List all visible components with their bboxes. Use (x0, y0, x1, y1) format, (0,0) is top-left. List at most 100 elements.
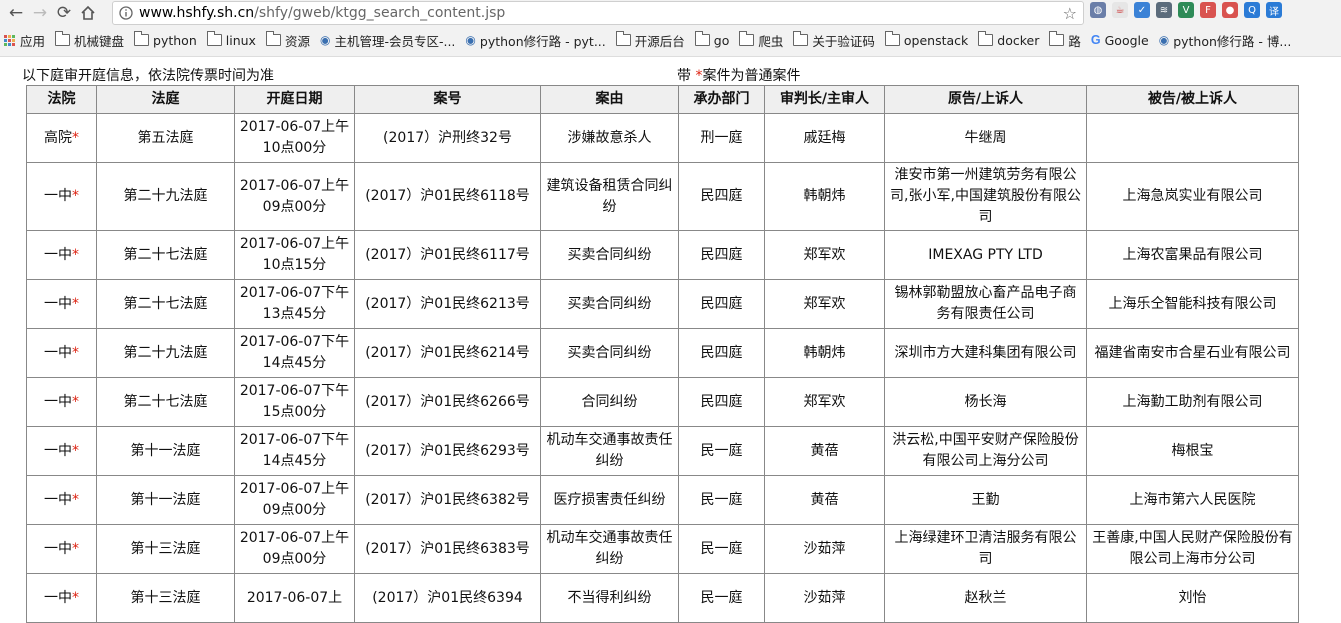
bookmark-item[interactable]: openstack (884, 31, 969, 48)
folder-icon (1049, 31, 1065, 46)
cell-text: (2017）沪01民终6266号 (365, 393, 530, 410)
cell-text: 韩朝炜 (803, 344, 846, 361)
framework-icon[interactable]: F (1200, 2, 1216, 18)
bookmark-item[interactable]: go (694, 31, 730, 48)
cell-dept: 民四庭 (678, 162, 765, 231)
cell-cause: 不当得利纠纷 (540, 573, 679, 623)
cell-text: 郑军欢 (803, 246, 846, 263)
cell-court: 一中* (26, 475, 97, 525)
cell-case-no: (2017）沪01民终6293号 (354, 426, 541, 476)
cell-text: 王勤 (971, 491, 1000, 508)
bookmark-item[interactable]: 资源 (265, 31, 310, 50)
cell-text: 高院 (44, 129, 72, 146)
cell-text: 一中 (44, 393, 72, 410)
cell-room: 第十三法庭 (96, 573, 235, 623)
bookmark-item[interactable]: ◉ python修行路 - 博... (1159, 31, 1292, 50)
pocket-icon[interactable]: ✓ (1134, 2, 1150, 18)
cell-text: IMEXAG PTY LTD (928, 246, 1043, 263)
bookmark-item[interactable]: G Google (1091, 33, 1149, 48)
bookmark-item[interactable]: ◉ 主机管理-会员专区-... (320, 31, 455, 50)
cell-judge: 沙茹萍 (764, 524, 885, 574)
cell-text: 第二十七法庭 (123, 246, 208, 263)
back-button[interactable]: ← (4, 2, 28, 24)
cell-dept: 民一庭 (678, 573, 765, 623)
cell-text: 2017-06-07上午10点00分 (239, 119, 350, 156)
bookmark-item[interactable]: ◉ python修行路 - pyt... (465, 31, 605, 50)
column-header: 法庭 (96, 85, 235, 114)
normal-case-star: * (72, 540, 79, 557)
apps-grid-icon (4, 34, 15, 46)
cell-text: 第二十七法庭 (123, 295, 208, 312)
site-icon: ◉ (1158, 33, 1170, 47)
cell-court: 一中* (26, 279, 97, 329)
bookmark-label: go (713, 32, 730, 48)
normal-case-star: * (72, 393, 79, 410)
cell-court: 一中* (26, 573, 97, 623)
cell-text: 王善康,中国人民财产保险股份有限公司上海市分公司 (1092, 530, 1293, 567)
bookmark-label: openstack (903, 32, 969, 48)
cell-case-no: (2017）沪01民终6118号 (354, 162, 541, 231)
bookmark-item[interactable]: 关于验证码 (793, 31, 875, 50)
site-icon: ◉ (465, 33, 476, 47)
java-icon[interactable]: ☕ (1112, 2, 1128, 18)
record-icon[interactable]: ● (1222, 2, 1238, 18)
cell-text: (2017）沪01民终6214号 (365, 344, 530, 361)
cell-text: 一中 (44, 491, 72, 508)
cell-text: 上海乐仝智能科技有限公司 (1108, 295, 1277, 312)
cell-text: 第二十九法庭 (123, 344, 208, 361)
folder-icon (793, 31, 809, 46)
bookmark-item[interactable]: 机械键盘 (55, 31, 124, 50)
cell-court: 高院* (26, 113, 97, 163)
bookmark-item[interactable]: python (134, 31, 197, 48)
extension-icon-1[interactable]: ◍ (1090, 2, 1106, 18)
cell-judge: 韩朝炜 (764, 328, 885, 378)
bookmark-item[interactable]: 应用 (4, 31, 45, 50)
home-button[interactable] (76, 2, 100, 24)
cell-cause: 买卖合同纠纷 (540, 230, 679, 280)
cell-text: 2017-06-07上午09点00分 (239, 530, 350, 567)
column-header: 审判长/主审人 (764, 85, 885, 114)
info-icon[interactable] (117, 4, 135, 22)
cell-text: 第十一法庭 (130, 491, 201, 508)
bookmark-star-icon[interactable]: ☆ (1063, 4, 1077, 23)
column-header: 被告/被上诉人 (1086, 85, 1299, 114)
bookmark-item[interactable]: linux (206, 31, 256, 48)
cell-dept: 民一庭 (678, 524, 765, 574)
bookmark-label: 资源 (284, 33, 310, 49)
address-bar[interactable]: www.hshfy.sh.cn/shfy/gweb/ktgg_search_co… (112, 1, 1084, 25)
bookmark-item[interactable]: 路 (1049, 31, 1081, 50)
translate-icon[interactable]: 译 (1266, 2, 1282, 18)
cell-text: (2017）沪01民终6293号 (365, 442, 530, 459)
cell-text: 锡林郭勒盟放心畜产品电子商务有限责任公司 (894, 285, 1077, 322)
cell-text: 第十三法庭 (130, 540, 201, 557)
bookmark-item[interactable]: 开源后台 (615, 31, 685, 50)
cell-text: 2017-06-07下午14点45分 (239, 334, 350, 371)
cell-text: 民一庭 (700, 540, 743, 557)
folder-icon (134, 31, 150, 46)
bookmark-item[interactable]: 爬虫 (739, 31, 783, 50)
vim-icon[interactable]: V (1178, 2, 1194, 18)
cell-text: 上海农富果品有限公司 (1122, 246, 1263, 263)
cell-text: 赵秋兰 (964, 589, 1007, 606)
legend-suffix: 案件为普通案件 (702, 68, 801, 84)
cell-plaintiff: 王勤 (884, 475, 1087, 525)
cell-room: 第五法庭 (96, 113, 235, 163)
folder-icon (615, 31, 631, 46)
cell-defendant: 上海勤工助剂有限公司 (1086, 377, 1299, 427)
forward-button[interactable]: → (28, 2, 52, 24)
cell-defendant: 上海市第六人民医院 (1086, 475, 1299, 525)
cell-case-no: (2017）沪01民终6214号 (354, 328, 541, 378)
cell-text: 郑军欢 (803, 393, 846, 410)
reload-button[interactable]: ⟳ (52, 2, 76, 24)
notice-row: 以下庭审开庭信息，依法院传票时间为准 带 *案件为普通案件 (0, 65, 1341, 85)
bookmark-label: 主机管理-会员专区-... (334, 33, 456, 49)
layers-icon[interactable]: ≋ (1156, 2, 1172, 18)
legend-prefix: 带 (677, 68, 696, 84)
cell-text: 第十三法庭 (130, 589, 201, 606)
search-ext-icon[interactable]: Q (1244, 2, 1260, 18)
cell-date: 2017-06-07上午10点00分 (234, 113, 355, 163)
cell-text: 2017-06-07下午13点45分 (239, 285, 350, 322)
table-row: 一中* 第十三法庭 2017-06-07上午09点00分 (2017）沪01民终638… (26, 524, 1299, 574)
bookmark-item[interactable]: docker (978, 31, 1039, 48)
cell-text: 杨长海 (964, 393, 1007, 410)
